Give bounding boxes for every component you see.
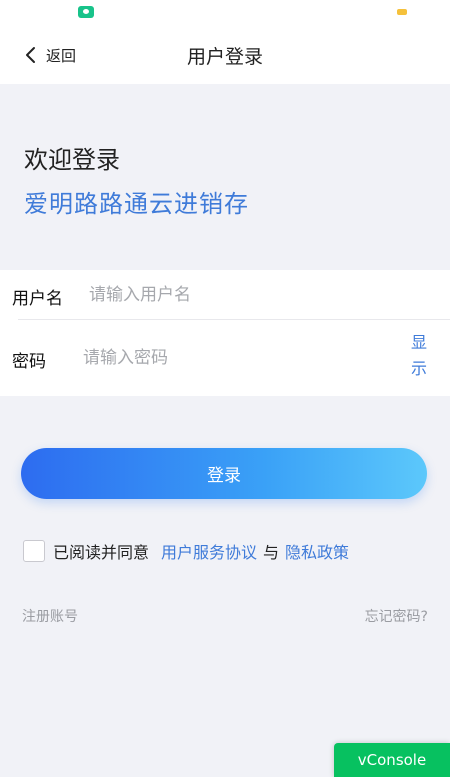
- terms-link[interactable]: 用户服务协议: [161, 539, 257, 563]
- register-link[interactable]: 注册账号: [22, 606, 78, 626]
- battery-icon: [397, 9, 407, 15]
- password-label: 密码: [12, 352, 46, 372]
- status-bar: [0, 0, 450, 28]
- password-input[interactable]: [83, 344, 383, 372]
- username-label: 用户名: [12, 289, 63, 309]
- vconsole-button[interactable]: vConsole: [334, 743, 450, 777]
- forgot-password-link[interactable]: 忘记密码?: [365, 606, 428, 626]
- username-row: 用户名: [0, 270, 450, 320]
- nav-bar: 返回 用户登录: [0, 28, 450, 84]
- login-form: 用户名 密码 显示: [0, 270, 450, 396]
- privacy-link[interactable]: 隐私政策: [285, 539, 349, 563]
- password-row: 密码 显示: [0, 320, 450, 396]
- show-password-toggle[interactable]: 显示: [408, 330, 430, 382]
- agree-and-text: 与: [263, 543, 280, 562]
- username-input[interactable]: [89, 282, 389, 308]
- agree-checkbox[interactable]: [23, 540, 45, 562]
- app-name: 爱明路路通云进销存: [24, 190, 249, 218]
- welcome-title: 欢迎登录: [24, 146, 120, 174]
- page-title: 用户登录: [186, 46, 263, 68]
- agree-text: 已阅读并同意: [53, 543, 150, 562]
- login-button[interactable]: 登录: [21, 448, 427, 499]
- message-app-icon: [78, 6, 94, 18]
- agreement-row: 已阅读并同意 用户服务协议 与 隐私政策: [23, 538, 349, 564]
